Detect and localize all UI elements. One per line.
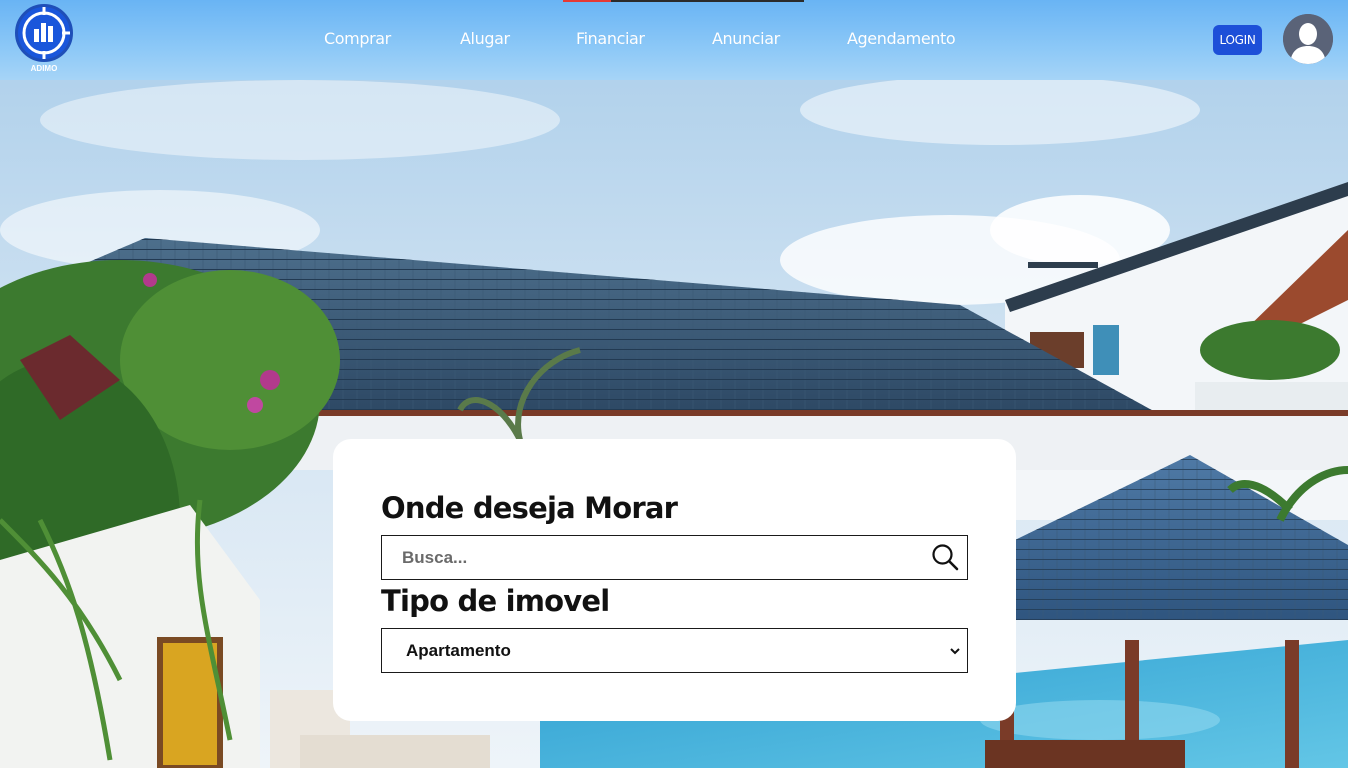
user-silhouette-icon bbox=[1283, 14, 1333, 64]
login-button[interactable]: LOGIN bbox=[1213, 25, 1262, 55]
nav-item-alugar[interactable]: Alugar bbox=[460, 29, 510, 48]
search-field[interactable] bbox=[381, 535, 968, 580]
scroll-progress-fill bbox=[563, 0, 612, 2]
property-type-selected-value: Apartamento bbox=[406, 641, 511, 660]
scroll-progress-bar bbox=[563, 0, 804, 2]
main-nav: Comprar Alugar Financiar Anunciar Agenda… bbox=[0, 29, 1348, 53]
search-input[interactable] bbox=[382, 536, 927, 579]
logo-text: ADIMO bbox=[30, 64, 58, 73]
nav-item-financiar[interactable]: Financiar bbox=[576, 29, 645, 48]
search-icon[interactable] bbox=[931, 543, 959, 571]
property-type-select[interactable]: Apartamento bbox=[381, 628, 968, 673]
top-navigation-bar: ADIMO Comprar Alugar Financiar Anunciar … bbox=[0, 0, 1348, 80]
nav-item-anunciar[interactable]: Anunciar bbox=[712, 29, 780, 48]
chevron-down-icon bbox=[950, 648, 960, 655]
nav-item-comprar[interactable]: Comprar bbox=[324, 29, 391, 48]
avatar[interactable] bbox=[1283, 14, 1333, 64]
location-label: Onde deseja Morar bbox=[381, 491, 678, 525]
property-type-label: Tipo de imovel bbox=[381, 584, 610, 618]
property-search-card: Onde deseja Morar Tipo de imovel Apartam… bbox=[333, 439, 1016, 721]
nav-item-agendamento[interactable]: Agendamento bbox=[847, 29, 956, 48]
